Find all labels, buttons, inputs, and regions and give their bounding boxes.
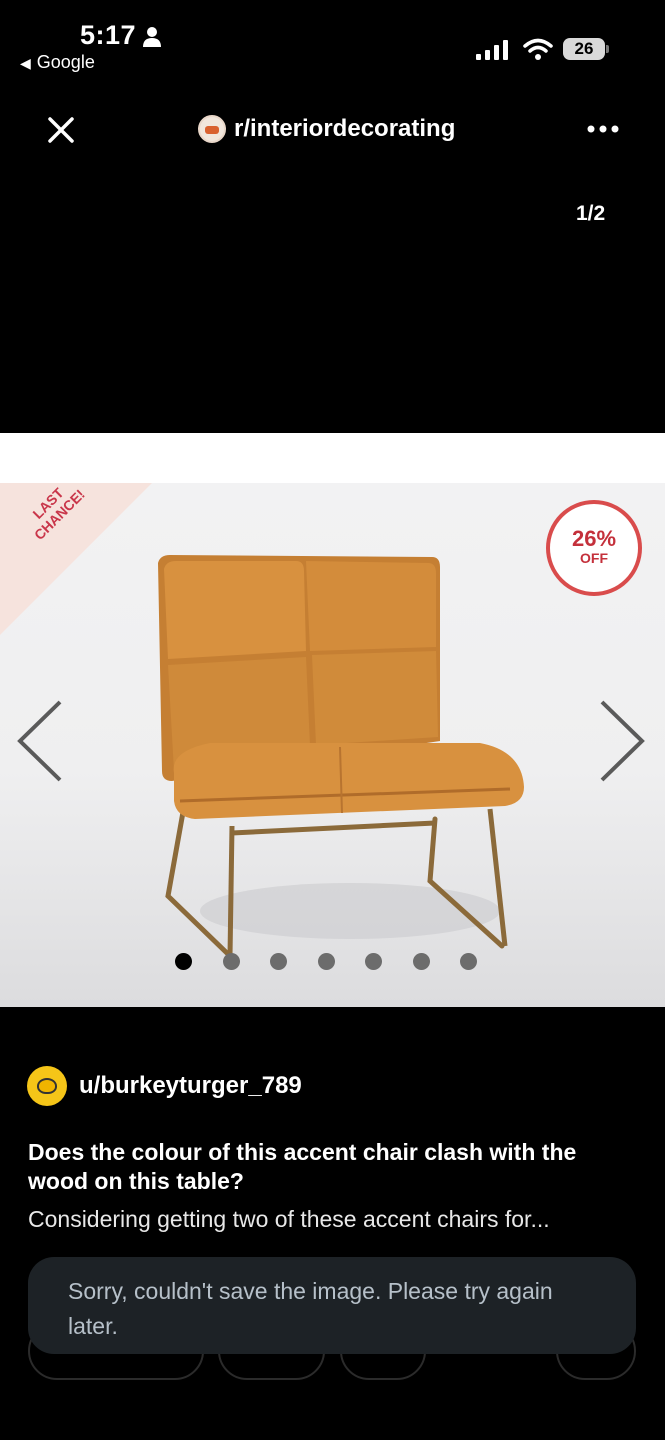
more-icon[interactable] (586, 124, 620, 134)
user-avatar (27, 1066, 67, 1106)
carousel-dot[interactable] (317, 953, 335, 970)
post-author[interactable]: u/burkeyturger_789 (27, 1066, 302, 1106)
discount-percent: 26% (571, 526, 617, 551)
chair-image (158, 555, 525, 959)
status-time: 5:17 (80, 20, 137, 50)
chevron-left-icon[interactable] (14, 699, 64, 783)
wifi-icon (523, 38, 553, 60)
carousel-dot[interactable] (175, 953, 192, 970)
back-triangle-icon: ◀ (20, 55, 31, 71)
subreddit-link[interactable]: r/interiordecorating (198, 112, 455, 146)
subreddit-name: r/interiordecorating (234, 115, 456, 142)
back-to-app-link[interactable]: ◀ Google (20, 52, 95, 73)
carousel-dot[interactable] (460, 953, 477, 970)
chevron-right-icon[interactable] (598, 699, 648, 783)
carousel-dot[interactable] (365, 953, 382, 970)
discount-badge: 26% OFF (546, 500, 642, 596)
signal-icon (476, 40, 508, 60)
discount-off-label: OFF (580, 550, 608, 566)
post-header: r/interiordecorating (0, 100, 665, 160)
post-body-preview[interactable]: Considering getting two of these accent … (28, 1205, 643, 1234)
username: u/burkeyturger_789 (79, 1072, 302, 1099)
post-image[interactable]: LAST CHANCE! 26% OFF (0, 433, 665, 1007)
page-indicator: 1/2 (576, 202, 606, 225)
status-bar: 5:17 ◀ Google 26 (0, 0, 665, 90)
battery-icon: 26 (563, 38, 605, 60)
battery-tip (606, 45, 609, 53)
carousel-dots (175, 953, 508, 970)
post-title: Does the colour of this accent chair cla… (28, 1139, 577, 1194)
carousel-dot[interactable] (270, 953, 287, 970)
close-icon[interactable] (46, 115, 76, 145)
error-toast: Sorry, couldn't save the image. Please t… (28, 1257, 636, 1354)
carousel-dot[interactable] (222, 953, 240, 970)
subreddit-avatar (198, 115, 226, 143)
person-icon (143, 27, 161, 47)
carousel-dot[interactable] (412, 953, 430, 970)
back-app-label: Google (36, 52, 95, 72)
